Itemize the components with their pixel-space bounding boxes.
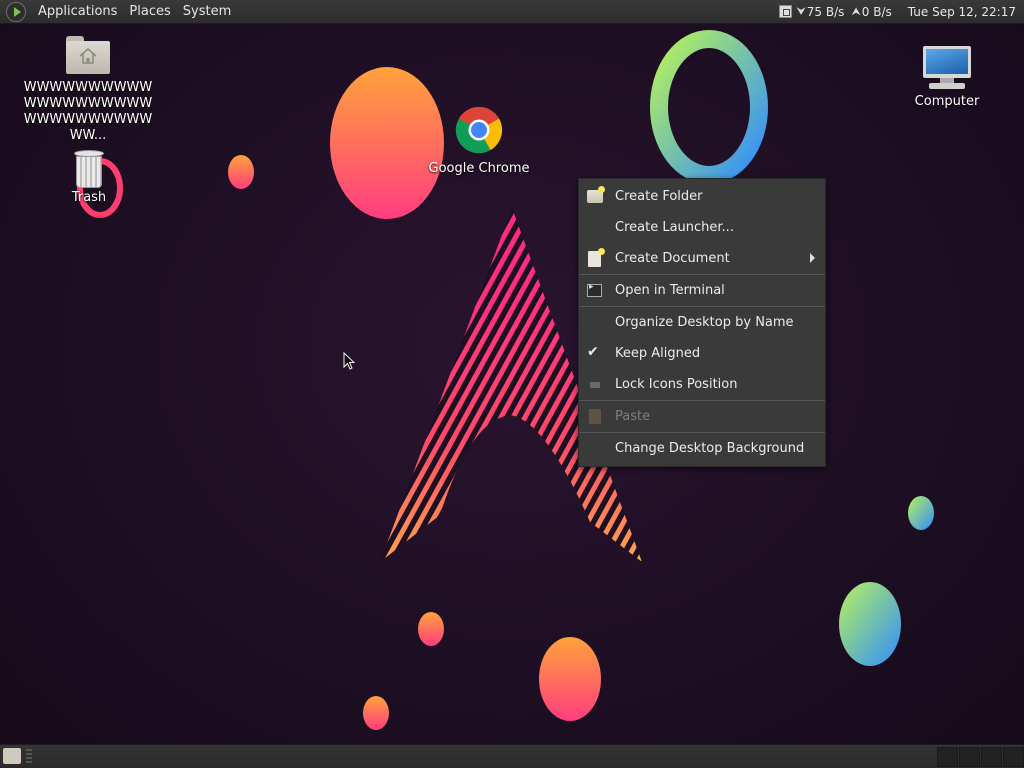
- menu-item-create-document[interactable]: Create Document: [579, 243, 825, 274]
- document-new-icon: [588, 248, 605, 267]
- distro-logo-icon[interactable]: [6, 1, 26, 22]
- upload-arrow-icon: ⮝: [851, 4, 861, 18]
- home-folder-label: WWWWWWWWWWWWWWWWWWWWWWWWWWWWWWWW...: [23, 80, 153, 143]
- menu-item-create-launcher[interactable]: Create Launcher...: [579, 212, 825, 243]
- chrome-label: Google Chrome: [428, 161, 530, 176]
- bottom-panel: [0, 744, 1024, 768]
- menu-item-label: Create Folder: [615, 189, 703, 204]
- menu-item-label: Paste: [615, 409, 651, 424]
- menu-item-create-folder[interactable]: Create Folder: [579, 181, 825, 212]
- workspace-4[interactable]: [1003, 747, 1024, 767]
- computer-icon: [923, 46, 971, 90]
- menu-item-label: Organize Desktop by Name: [615, 315, 794, 330]
- net-download-speed[interactable]: 75 B/s: [807, 5, 845, 19]
- menu-item-lock-icons[interactable]: Lock Icons Position: [579, 369, 825, 400]
- mouse-pointer-icon: [343, 352, 356, 370]
- menu-item-change-background[interactable]: Change Desktop Background: [579, 433, 825, 464]
- panel-handle[interactable]: [26, 749, 32, 763]
- top-panel: Applications Places System ⮟ 75 B/s ⮝ 0 …: [0, 0, 1024, 24]
- desktop-icon-computer[interactable]: Computer: [906, 46, 988, 110]
- menu-item-label: Lock Icons Position: [615, 377, 738, 392]
- desktop-icon-google-chrome[interactable]: Google Chrome: [426, 106, 532, 177]
- menu-places[interactable]: Places: [123, 4, 176, 19]
- menu-item-label: Keep Aligned: [615, 346, 701, 361]
- menu-item-organize-desktop[interactable]: Organize Desktop by Name: [579, 307, 825, 338]
- menu-item-label: Change Desktop Background: [615, 441, 805, 456]
- submenu-arrow-icon: [810, 253, 815, 263]
- menu-applications[interactable]: Applications: [32, 4, 123, 19]
- menu-system[interactable]: System: [177, 4, 237, 19]
- menu-item-paste: Paste: [579, 401, 825, 432]
- terminal-icon: [587, 282, 602, 297]
- network-monitor-icon[interactable]: [779, 5, 793, 18]
- show-desktop-icon[interactable]: [3, 748, 21, 764]
- desktop-context-menu: Create Folder Create Launcher... Create …: [578, 178, 826, 467]
- desktop-icon-home[interactable]: WWWWWWWWWWWWWWWWWWWWWWWWWWWWWWWW...: [20, 36, 156, 144]
- workspace-1[interactable]: [937, 747, 958, 767]
- folder-new-icon: [587, 186, 605, 203]
- paste-icon: [589, 409, 601, 424]
- panel-tray: ⮟ 75 B/s ⮝ 0 B/s Tue Sep 12, 22:17: [779, 0, 1024, 24]
- menu-item-open-terminal[interactable]: Open in Terminal: [579, 275, 825, 306]
- workspace-3[interactable]: [981, 747, 1002, 767]
- computer-label: Computer: [914, 94, 980, 109]
- desktop-icon-trash[interactable]: Trash: [60, 148, 118, 206]
- clock[interactable]: Tue Sep 12, 22:17: [898, 5, 1024, 19]
- net-upload-speed[interactable]: 0 B/s: [862, 5, 892, 19]
- download-arrow-icon: ⮟: [796, 4, 806, 18]
- lock-icon: [590, 382, 600, 388]
- workspace-2[interactable]: [959, 747, 980, 767]
- trash-icon: [73, 148, 105, 188]
- menu-item-label: Create Launcher...: [615, 220, 734, 235]
- chrome-logo-icon: [455, 106, 503, 154]
- home-folder-icon: [66, 36, 110, 74]
- menu-item-label: Open in Terminal: [615, 283, 725, 298]
- trash-label: Trash: [71, 190, 107, 205]
- checkmark-icon: ✔: [587, 344, 599, 360]
- menu-item-keep-aligned[interactable]: ✔ Keep Aligned: [579, 338, 825, 369]
- menu-item-label: Create Document: [615, 251, 730, 266]
